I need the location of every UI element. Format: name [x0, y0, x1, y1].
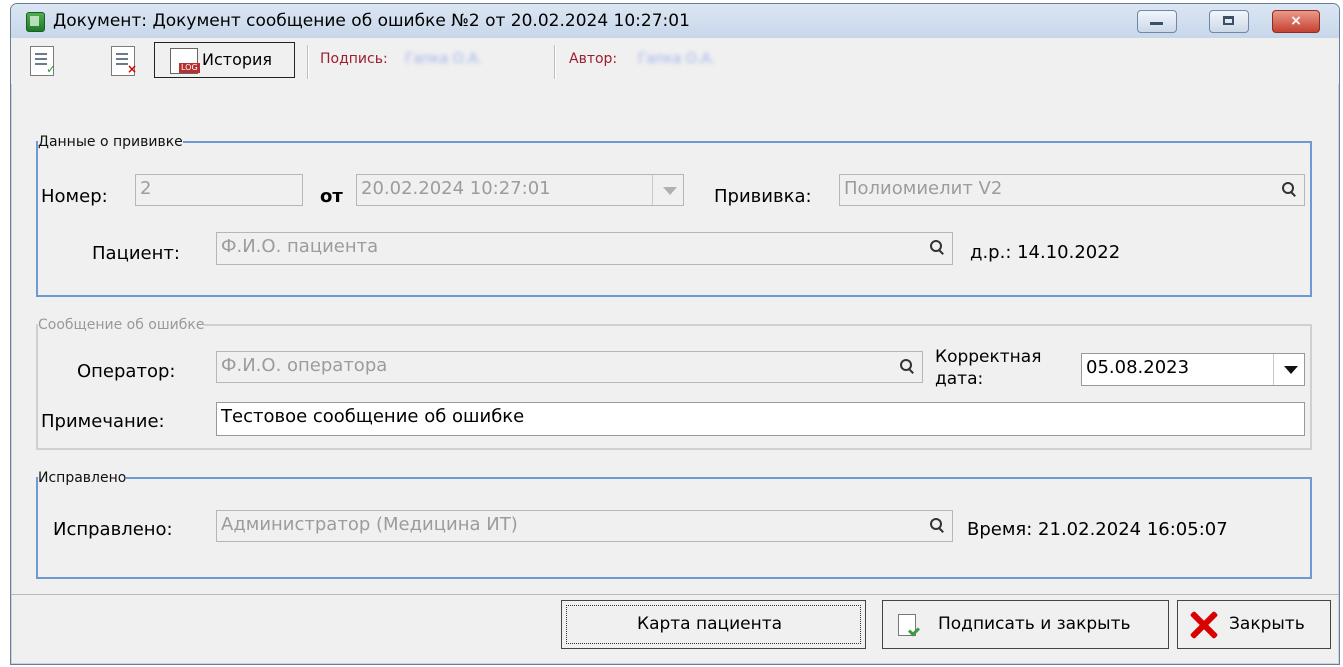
author-label: Автор: — [569, 51, 618, 67]
date-value: 20.02.2024 10:27:01 — [361, 178, 551, 199]
sign-document-icon — [898, 614, 916, 636]
patient-value: Ф.И.О. пациента — [221, 236, 379, 257]
document-check-icon[interactable]: ✓ — [30, 46, 56, 76]
operator-value: Ф.И.О. оператора — [221, 355, 388, 376]
toolbar-separator — [307, 45, 309, 79]
patient-card-label: Карта пациента — [637, 614, 783, 634]
minimize-icon — [1150, 22, 1163, 25]
close-icon: × — [1290, 13, 1302, 29]
maximize-button[interactable] — [1209, 10, 1249, 33]
search-icon[interactable] — [930, 518, 943, 531]
log-history-icon: LOG — [170, 48, 200, 74]
close-icon — [1187, 608, 1219, 640]
sign-close-label: Подписать и закрыть — [938, 614, 1131, 634]
toolbar-separator — [554, 45, 556, 79]
close-window-button[interactable]: × — [1272, 10, 1320, 33]
log-badge: LOG — [179, 63, 200, 73]
fixed-time-label: Время: 21.02.2024 16:05:07 — [967, 519, 1228, 540]
correct-date-label-line-2: дата: — [935, 369, 984, 389]
number-field[interactable]: 2 — [135, 174, 303, 206]
note-label: Примечание: — [41, 411, 165, 432]
correct-date-select[interactable]: 05.08.2023 — [1081, 353, 1305, 386]
vaccination-data-legend: Данные о прививке — [38, 134, 183, 150]
chevron-down-icon[interactable] — [1273, 354, 1304, 385]
document-toolbar: ✓ × LOG История Подпись: Гапка О.А. Авто… — [11, 38, 1339, 84]
author-value: Гапка О.А. — [638, 51, 716, 67]
patient-card-button[interactable]: Карта пациента — [561, 600, 866, 649]
button-panel-divider — [11, 594, 1339, 595]
close-button[interactable]: Закрыть — [1177, 600, 1331, 649]
vaccine-label: Прививка: — [714, 186, 812, 207]
patient-label: Пациент: — [92, 243, 180, 264]
from-label: от — [320, 186, 343, 207]
vaccination-data-group: Данные о прививке — [36, 135, 1312, 297]
signature-value: Гапка О.А. — [405, 51, 483, 67]
patient-field[interactable]: Ф.И.О. пациента — [216, 232, 953, 265]
error-message-legend: Сообщение об ошибке — [38, 317, 205, 333]
search-icon[interactable] — [1282, 182, 1295, 195]
vaccine-field[interactable]: Полиомиелит V2 — [839, 174, 1305, 206]
history-button[interactable]: LOG История — [154, 42, 295, 78]
number-label: Номер: — [41, 186, 108, 207]
vaccine-value: Полиомиелит V2 — [844, 178, 1003, 199]
correct-date-label-line-1: Корректная — [935, 347, 1042, 367]
title-bar[interactable]: Документ: Документ сообщение об ошибке №… — [11, 4, 1339, 39]
correct-date-value: 05.08.2023 — [1086, 357, 1190, 378]
note-field[interactable]: Тестовое сообщение об ошибке — [216, 402, 1305, 436]
birth-date-label: д.р.: 14.10.2022 — [970, 242, 1121, 263]
fixed-legend: Исправлено — [38, 470, 127, 486]
search-icon[interactable] — [900, 359, 913, 372]
fixed-label: Исправлено: — [53, 519, 173, 540]
fixed-by-value: Администратор (Медицина ИТ) — [221, 514, 518, 535]
window-title: Документ: Документ сообщение об ошибке №… — [53, 11, 690, 31]
close-label: Закрыть — [1229, 614, 1305, 634]
history-button-label: История — [202, 50, 273, 69]
chevron-down-icon[interactable] — [652, 175, 683, 205]
operator-label: Оператор: — [77, 361, 176, 382]
operator-field[interactable]: Ф.И.О. оператора — [216, 351, 923, 383]
maximize-icon — [1223, 16, 1234, 25]
minimize-button[interactable] — [1137, 10, 1177, 33]
fixed-by-field[interactable]: Администратор (Медицина ИТ) — [216, 510, 953, 542]
signature-label: Подпись: — [320, 51, 388, 67]
search-icon[interactable] — [930, 240, 943, 253]
date-field[interactable]: 20.02.2024 10:27:01 — [356, 174, 684, 206]
document-cancel-icon[interactable]: × — [111, 46, 137, 76]
sign-close-button[interactable]: Подписать и закрыть — [882, 600, 1169, 649]
app-document-icon — [26, 12, 45, 32]
document-window: Документ: Документ сообщение об ошибке №… — [10, 3, 1340, 665]
